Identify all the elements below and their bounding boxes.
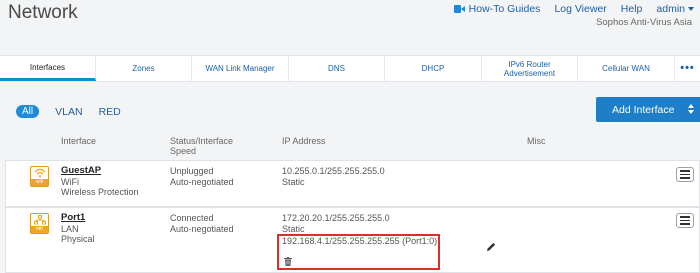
tab-cellular-wan[interactable]: Cellular WAN <box>578 56 675 81</box>
column-header-interface: Interface <box>61 136 97 146</box>
interface-filters: All VLAN RED <box>16 105 121 118</box>
row-menu-button[interactable] <box>676 167 694 182</box>
log-viewer-link[interactable]: Log Viewer <box>554 3 606 15</box>
more-tabs-button[interactable]: ••• <box>675 56 700 81</box>
row-menu-button[interactable] <box>676 213 694 228</box>
trash-icon[interactable] <box>284 253 292 271</box>
status-cell: Unplugged Auto-negotiated <box>170 166 234 187</box>
tab-interfaces[interactable]: Interfaces <box>0 56 96 81</box>
chevron-down-icon <box>688 7 694 11</box>
wifi-icon: wifi <box>30 166 49 187</box>
tab-zones[interactable]: Zones <box>96 56 192 81</box>
ip-cell: 172.20.20.1/255.255.255.0 Static <box>282 213 390 234</box>
sort-arrows-icon <box>688 104 694 114</box>
video-icon <box>453 5 465 13</box>
alias-ip: 192.168.4.1/255.255.255.255 (Port1:0) <box>282 236 438 246</box>
pencil-icon[interactable] <box>486 239 496 257</box>
help-link[interactable]: Help <box>621 3 643 15</box>
how-to-guides-link[interactable]: How-To Guides <box>453 3 540 15</box>
device-subtitle: Sophos Anti-Virus Asia <box>596 17 692 28</box>
network-icon: eth <box>30 213 49 234</box>
column-header-misc: Misc <box>527 136 546 146</box>
ip-cell: 10.255.0.1/255.255.255.0 Static <box>282 166 385 187</box>
column-header-ip: IP Address <box>282 136 326 146</box>
tab-bar: Interfaces Zones WAN Link Manager DNS DH… <box>0 55 700 82</box>
tab-dns[interactable]: DNS <box>289 56 385 81</box>
add-interface-button[interactable]: Add Interface <box>596 97 700 122</box>
tab-wan-link-manager[interactable]: WAN Link Manager <box>192 56 289 81</box>
column-header-status: Status/Interface Speed <box>170 136 234 156</box>
filter-red[interactable]: RED <box>99 106 121 118</box>
page-title: Network <box>8 2 78 23</box>
filter-all[interactable]: All <box>16 105 40 118</box>
tab-dhcp[interactable]: DHCP <box>385 56 482 81</box>
user-menu[interactable]: admin <box>656 3 694 15</box>
interface-cell: GuestAP WiFi Wireless Protection <box>61 165 139 197</box>
status-cell: Connected Auto-negotiated <box>170 213 234 234</box>
interface-name-link[interactable]: GuestAP <box>61 165 139 177</box>
tab-ipv6-router-advertisement[interactable]: IPv6 Router Advertisement <box>482 56 578 81</box>
top-links: How-To Guides Log Viewer Help admin <box>453 3 694 15</box>
filter-vlan[interactable]: VLAN <box>55 106 82 118</box>
interface-cell: Port1 LAN Physical <box>61 212 95 244</box>
interface-name-link[interactable]: Port1 <box>61 212 95 224</box>
